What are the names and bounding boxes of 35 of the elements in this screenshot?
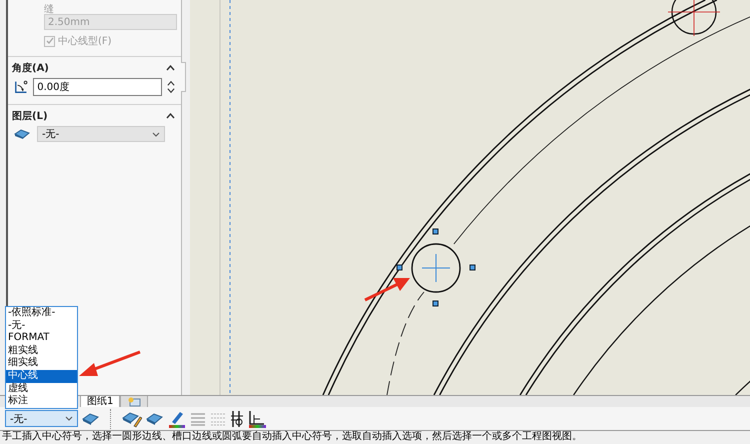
hide-edge-icon[interactable] <box>230 410 244 428</box>
selection-handle-drawing[interactable] <box>396 228 476 306</box>
layer-combo[interactable]: -无- <box>5 410 78 428</box>
center-mark-circle[interactable] <box>411 243 461 293</box>
angle-icon <box>14 79 28 95</box>
layer-option[interactable]: FORMAT <box>6 332 77 345</box>
layer-icon[interactable] <box>82 410 100 427</box>
checkbox-label: 中心线型(F) <box>58 34 112 48</box>
spinner-icon[interactable] <box>167 78 176 96</box>
line-color-icon[interactable] <box>168 410 186 428</box>
layer-option[interactable]: -无- <box>6 320 77 332</box>
chevron-down-icon <box>65 416 73 422</box>
panel-splitter-handle[interactable] <box>181 62 186 92</box>
layer-option[interactable]: 粗实线 <box>6 344 77 358</box>
section-title: 图层(L) <box>12 110 48 123</box>
sheet-add-icon <box>127 397 142 407</box>
layer-option[interactable]: 标注 <box>6 395 77 408</box>
layer-option[interactable]: -依照标准- <box>6 307 77 320</box>
layer-icon <box>14 128 30 140</box>
layer-option[interactable]: 虚线 <box>6 382 77 396</box>
annotation-arrow <box>364 278 410 302</box>
layer-option[interactable]: 细实线 <box>6 357 77 370</box>
section-title: 角度(A) <box>12 61 49 75</box>
layer-option[interactable]: 中心线 <box>6 370 77 383</box>
collapse-caret-icon[interactable] <box>166 65 175 71</box>
collapse-caret-icon[interactable] <box>166 113 175 119</box>
chevron-down-icon <box>152 132 160 136</box>
layer-pencil-icon[interactable] <box>122 410 142 428</box>
color-display-icon[interactable] <box>248 410 266 428</box>
annotation-arrow <box>79 350 141 376</box>
layer-icon[interactable] <box>146 410 164 427</box>
angle-field[interactable]: 0.00度 <box>33 78 162 96</box>
status-message: 手工插入中心符号，选择一圆形边线、槽口边线或圆弧要自动插入中心符号，选取自动插入选项，然后选择一个或多个工程图视图。 <box>2 431 582 442</box>
layer-dropdown[interactable]: -无- <box>37 126 165 142</box>
spacing-label: 缝 <box>44 3 55 13</box>
